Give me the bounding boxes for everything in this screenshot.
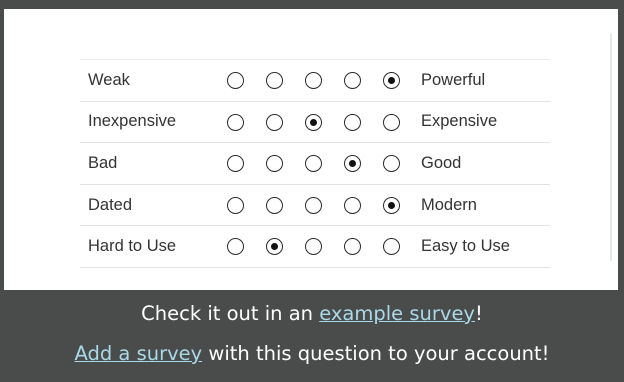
radio-cell <box>333 183 372 226</box>
radio-cell <box>216 183 255 226</box>
question-card: Weak Powerful Inexpensive Expensive Bad Good D… <box>4 9 618 290</box>
radio-button[interactable] <box>227 196 244 214</box>
radio-cell <box>294 225 333 268</box>
radio-button-selected[interactable] <box>305 113 322 131</box>
radio-cell <box>372 59 411 102</box>
matrix-row: Inexpensive Expensive <box>80 100 550 143</box>
radio-button[interactable] <box>266 71 283 89</box>
radio-button[interactable] <box>305 196 322 214</box>
radio-button-selected[interactable] <box>383 71 400 89</box>
radio-cell <box>372 183 411 226</box>
footer-line1-suffix: ! <box>474 302 483 325</box>
matrix-row: Weak Powerful <box>80 59 550 102</box>
radio-cell <box>216 100 255 143</box>
radio-cell <box>372 100 411 143</box>
radio-button[interactable] <box>305 238 322 256</box>
radio-button-selected[interactable] <box>344 155 361 173</box>
row-left-label: Bad <box>80 142 216 185</box>
semantic-differential-matrix: Weak Powerful Inexpensive Expensive Bad Good D… <box>80 59 550 268</box>
matrix-row: Hard to Use Easy to Use <box>80 225 550 268</box>
radio-cell <box>255 225 294 268</box>
radio-button[interactable] <box>266 196 283 214</box>
matrix-row: Dated Modern <box>80 183 550 226</box>
radio-cell <box>216 59 255 102</box>
row-right-label: Good <box>411 142 550 185</box>
footer-line2-suffix: with this question to your account! <box>202 342 550 365</box>
radio-cell <box>372 142 411 185</box>
example-survey-link[interactable]: example survey <box>319 302 475 325</box>
footer-line-2: Add a survey with this question to your … <box>0 342 624 365</box>
row-left-label: Dated <box>80 183 216 226</box>
radio-button[interactable] <box>383 238 400 256</box>
radio-button[interactable] <box>227 238 244 256</box>
radio-cell <box>333 225 372 268</box>
matrix-row: Bad Good <box>80 142 550 185</box>
row-right-label: Powerful <box>411 59 550 102</box>
radio-cell <box>333 142 372 185</box>
radio-button-selected[interactable] <box>266 238 283 256</box>
footer-line1-prefix: Check it out in an <box>141 302 320 325</box>
radio-cell <box>333 100 372 143</box>
add-survey-link[interactable]: Add a survey <box>74 342 202 365</box>
radio-cell <box>216 225 255 268</box>
row-left-label: Inexpensive <box>80 100 216 143</box>
row-left-label: Weak <box>80 59 216 102</box>
scrollbar[interactable] <box>610 33 612 261</box>
radio-cell <box>333 59 372 102</box>
radio-button-selected[interactable] <box>383 196 400 214</box>
radio-cell <box>255 183 294 226</box>
radio-cell <box>255 100 294 143</box>
radio-button[interactable] <box>227 71 244 89</box>
row-right-label: Modern <box>411 183 550 226</box>
radio-button[interactable] <box>344 196 361 214</box>
radio-button[interactable] <box>227 113 244 131</box>
radio-button[interactable] <box>227 155 244 173</box>
row-right-label: Expensive <box>411 100 550 143</box>
radio-button[interactable] <box>344 113 361 131</box>
row-left-label: Hard to Use <box>80 225 216 268</box>
radio-button[interactable] <box>266 113 283 131</box>
radio-cell <box>294 100 333 143</box>
radio-cell <box>294 142 333 185</box>
radio-cell <box>294 59 333 102</box>
radio-button[interactable] <box>344 238 361 256</box>
radio-cell <box>216 142 255 185</box>
radio-cell <box>255 142 294 185</box>
radio-button[interactable] <box>383 113 400 131</box>
radio-button[interactable] <box>266 155 283 173</box>
radio-cell <box>294 183 333 226</box>
radio-button[interactable] <box>305 71 322 89</box>
radio-button[interactable] <box>305 155 322 173</box>
footer-banner: Check it out in an example survey! Add a… <box>0 290 624 382</box>
radio-button[interactable] <box>383 155 400 173</box>
radio-cell <box>255 59 294 102</box>
row-right-label: Easy to Use <box>411 225 550 268</box>
radio-button[interactable] <box>344 71 361 89</box>
radio-cell <box>372 225 411 268</box>
footer-line-1: Check it out in an example survey! <box>0 302 624 325</box>
